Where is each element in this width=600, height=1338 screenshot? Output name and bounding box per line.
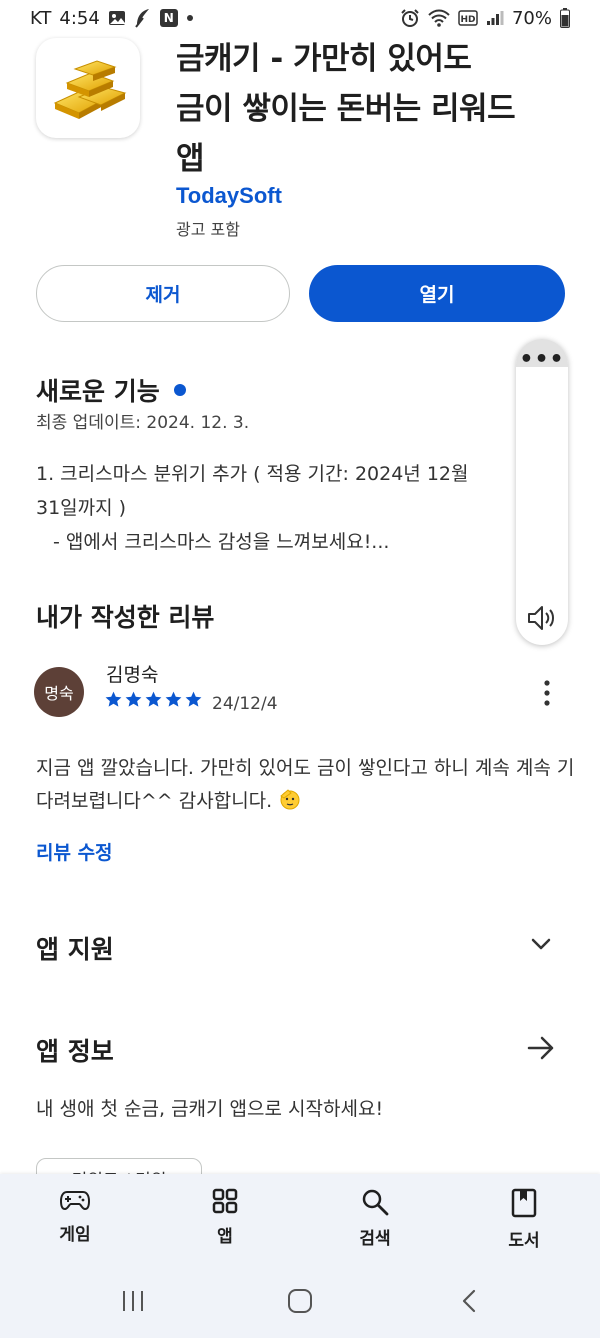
star-icon	[125, 691, 142, 707]
system-navigation-bar	[0, 1278, 600, 1330]
review-more-button[interactable]	[532, 676, 562, 710]
recent-apps-button[interactable]	[118, 1288, 148, 1314]
new-indicator-dot	[173, 384, 186, 396]
open-button[interactable]: 열기	[309, 265, 565, 322]
contains-ads-label: 광고 포함	[176, 220, 240, 239]
star-rating	[104, 690, 203, 709]
nav-label: 게임	[59, 1225, 91, 1245]
carrier-label: KT	[30, 7, 52, 29]
gamepad-icon	[60, 1191, 90, 1211]
app-title-line: 금캐기 - 가만히 있어도	[176, 41, 472, 77]
feather-icon	[134, 8, 152, 28]
bottom-navigation: 게임 앱 검색 도서	[0, 1174, 600, 1338]
status-right: HD 70%	[400, 8, 570, 29]
about-description: 내 생애 첫 순금, 금캐기 앱으로 시작하세요!	[36, 1098, 384, 1120]
app-support-heading[interactable]: 앱 지원	[36, 930, 114, 966]
wifi-icon	[428, 9, 450, 27]
status-bar: KT 4:54 N HD 70%	[0, 0, 600, 36]
saluting-face-emoji-icon	[280, 789, 300, 810]
clock: 4:54	[59, 7, 100, 29]
release-note-line: - 앱에서 크리스마스 감성을 느껴보세요!...	[53, 531, 390, 553]
search-icon	[362, 1189, 389, 1216]
volume-icon[interactable]	[526, 603, 558, 637]
floating-volume-panel[interactable]: •••	[516, 339, 568, 645]
star-icon	[165, 691, 182, 707]
star-icon	[185, 691, 202, 707]
release-note-line: 31일까지 )	[36, 497, 127, 519]
edit-review-link[interactable]: 리뷰 수정	[36, 838, 113, 865]
about-app-heading[interactable]: 앱 정보	[36, 1032, 114, 1068]
review-text: 지금 앱 깔았습니다. 가만히 있어도 금이 쌓인다고 하니 계속 계속 기다려…	[36, 752, 576, 818]
nav-games[interactable]: 게임	[30, 1188, 120, 1245]
gallery-icon	[108, 9, 126, 27]
reviewer-name: 김명숙	[106, 664, 159, 686]
svg-text:HD: HD	[460, 15, 475, 25]
alarm-icon	[400, 8, 420, 28]
chevron-down-icon[interactable]	[528, 934, 554, 958]
developer-link[interactable]: TodaySoft	[176, 183, 282, 209]
nav-label: 검색	[359, 1229, 391, 1249]
nav-search[interactable]: 검색	[330, 1188, 420, 1249]
more-vert-icon	[544, 680, 550, 706]
more-dots-icon[interactable]: •••	[516, 349, 568, 371]
status-left: KT 4:54 N	[30, 8, 194, 29]
signal-icon	[486, 10, 504, 26]
apps-grid-icon	[212, 1188, 238, 1214]
arrow-right-icon[interactable]	[526, 1034, 556, 1066]
star-icon	[105, 691, 122, 707]
nav-label: 앱	[217, 1227, 233, 1247]
naver-icon: N	[159, 9, 178, 27]
back-button[interactable]	[456, 1288, 484, 1314]
recent-apps-icon	[123, 1291, 143, 1311]
battery-icon	[560, 8, 570, 28]
back-icon	[462, 1289, 476, 1313]
review-body: 지금 앱 깔았습니다. 가만히 있어도 금이 쌓인다고 하니 계속 계속 기다려…	[36, 757, 575, 812]
uninstall-button[interactable]: 제거	[36, 265, 290, 322]
app-title-line: 앱	[176, 141, 205, 177]
whats-new-title: 새로운 기능	[36, 377, 160, 406]
gold-bars-icon	[53, 60, 127, 119]
review-date: 24/12/4	[212, 694, 278, 714]
release-note-line: 1. 크리스마스 분위기 추가 ( 적용 기간: 2024년 12월	[36, 463, 469, 485]
hd-voice-icon: HD	[458, 10, 478, 26]
last-updated: 최종 업데이트: 2024. 12. 3.	[36, 413, 250, 433]
more-notifications-icon	[186, 14, 194, 22]
avatar: 명숙	[34, 667, 84, 717]
battery-percent: 70%	[511, 7, 552, 29]
release-notes[interactable]: 1. 크리스마스 분위기 추가 ( 적용 기간: 2024년 12월 31일까지…	[36, 457, 506, 559]
nav-books[interactable]: 도서	[479, 1188, 569, 1251]
whats-new-heading[interactable]: 새로운 기능	[36, 372, 186, 408]
bookmark-icon	[511, 1188, 537, 1218]
app-title: 금캐기 - 가만히 있어도 금이 쌓이는 돈버는 리워드 앱	[176, 34, 576, 184]
nav-apps[interactable]: 앱	[180, 1188, 270, 1247]
home-icon	[288, 1289, 312, 1313]
app-title-line: 금이 쌓이는 돈버는 리워드	[176, 91, 516, 127]
app-icon	[36, 38, 140, 138]
home-button[interactable]	[286, 1288, 314, 1314]
my-review-heading: 내가 작성한 리뷰	[36, 603, 215, 632]
nav-label: 도서	[508, 1231, 540, 1251]
star-icon	[145, 691, 162, 707]
